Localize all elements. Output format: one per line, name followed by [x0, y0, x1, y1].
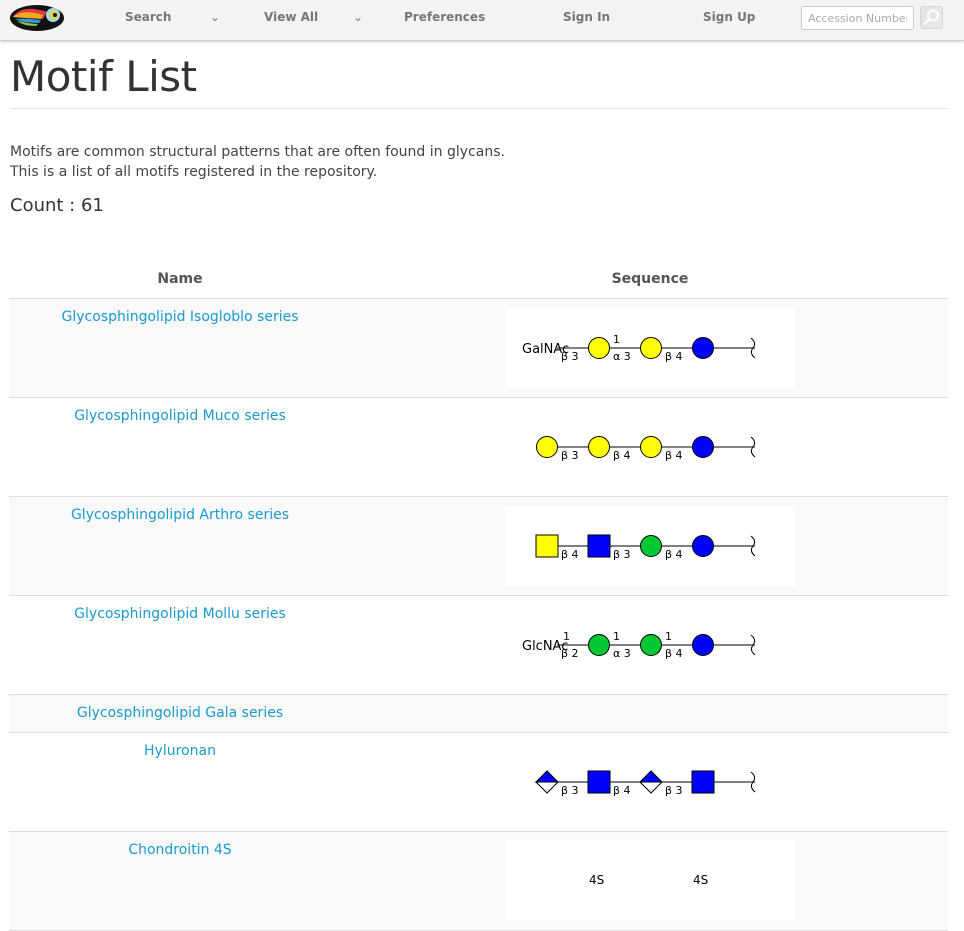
linkage-label: 1 — [665, 630, 672, 643]
table-row: Glycosphingolipid Isogloblo series GalNA… — [9, 299, 948, 398]
linkage-label: β 3 — [561, 784, 579, 797]
column-header-name: Name — [157, 271, 203, 287]
motif-name-link[interactable]: Glycosphingolipid Gala series — [9, 705, 351, 721]
linkage-label: α 3 — [613, 350, 631, 363]
linkage-label: β 4 — [665, 548, 683, 561]
table-row: Glycosphingolipid Arthro series β 4 β 3 … — [9, 497, 948, 596]
linkage-label: β 2 — [561, 647, 579, 660]
toucan-logo-icon[interactable] — [9, 3, 69, 33]
linkage-label: β 4 — [613, 449, 631, 462]
linkage-label: β 4 — [561, 548, 579, 561]
table-row: Glycosphingolipid Gala series — [9, 695, 948, 733]
page-description-line-1: Motifs are common structural patterns th… — [10, 144, 505, 160]
linkage-label: β 4 — [665, 647, 683, 660]
linkage-label: 1 — [613, 333, 620, 346]
linkage-label: 1 — [613, 630, 620, 643]
nav-search-menu[interactable]: Search — [125, 10, 171, 24]
linkage-label: β 4 — [665, 449, 683, 462]
page-description-line-2: This is a list of all motifs registered … — [10, 164, 378, 180]
linkage-label: α 3 — [613, 647, 631, 660]
linkage-label: β 3 — [561, 350, 579, 363]
motif-name-link[interactable]: Chondroitin 4S — [9, 842, 351, 858]
nav-sign-up-link[interactable]: Sign Up — [703, 10, 755, 24]
linkage-label: β 4 — [613, 784, 631, 797]
motif-name-link[interactable]: Glycosphingolipid Arthro series — [9, 507, 351, 523]
linkage-label: β 3 — [613, 548, 631, 561]
nav-view-all-menu[interactable]: View All — [264, 10, 318, 24]
magnifier-icon — [923, 9, 939, 25]
motif-name-link[interactable]: Glycosphingolipid Muco series — [9, 408, 351, 424]
glycan-sequence-image[interactable]: GalNAc β 3 1 α 3 β 4 — [505, 308, 795, 388]
glycan-sequence-image[interactable]: β 3 β 4 β 3 — [505, 742, 795, 822]
linkage-label: 1 — [563, 630, 570, 643]
nav-preferences-link[interactable]: Preferences — [404, 10, 485, 24]
glycan-sequence-image[interactable]: 4S 4S — [505, 840, 795, 920]
glycan-sequence-image[interactable]: GlcNAc 1 β 2 1 α 3 1 β 4 — [505, 605, 795, 685]
search-submit-button[interactable] — [920, 6, 943, 29]
table-row: Chondroitin 4S 4S 4S — [9, 832, 948, 931]
motif-name-link[interactable]: Hyluronan — [9, 743, 351, 759]
column-header-sequence: Sequence — [611, 271, 689, 287]
table-row: Hyluronan β 3 β 4 β 3 — [9, 733, 948, 832]
motif-name-link[interactable]: Glycosphingolipid Mollu series — [9, 606, 351, 622]
chevron-down-icon[interactable]: ⌄ — [210, 10, 220, 24]
motif-name-link[interactable]: Glycosphingolipid Isogloblo series — [9, 309, 351, 325]
linkage-label: β 3 — [561, 449, 579, 462]
top-navbar: Search ⌄ View All ⌄ Preferences Sign In … — [0, 0, 964, 41]
glycan-sequence-image[interactable]: β 4 β 3 β 4 — [505, 506, 795, 586]
motif-count: Count : 61 — [10, 195, 104, 216]
chevron-down-icon[interactable]: ⌄ — [353, 10, 363, 24]
table-row: Glycosphingolipid Mollu series GlcNAc 1 … — [9, 596, 948, 695]
glycan-sequence-image[interactable]: β 3 β 4 β 4 — [505, 407, 795, 487]
linkage-label: β 3 — [665, 784, 683, 797]
table-row: Glycosphingolipid Muco series β 3 β 4 β … — [9, 398, 948, 497]
linkage-label: β 4 — [665, 350, 683, 363]
nav-sign-in-link[interactable]: Sign In — [563, 10, 610, 24]
accession-number-input[interactable] — [801, 6, 914, 30]
page-title: Motif List — [10, 52, 197, 101]
title-divider — [10, 108, 948, 109]
